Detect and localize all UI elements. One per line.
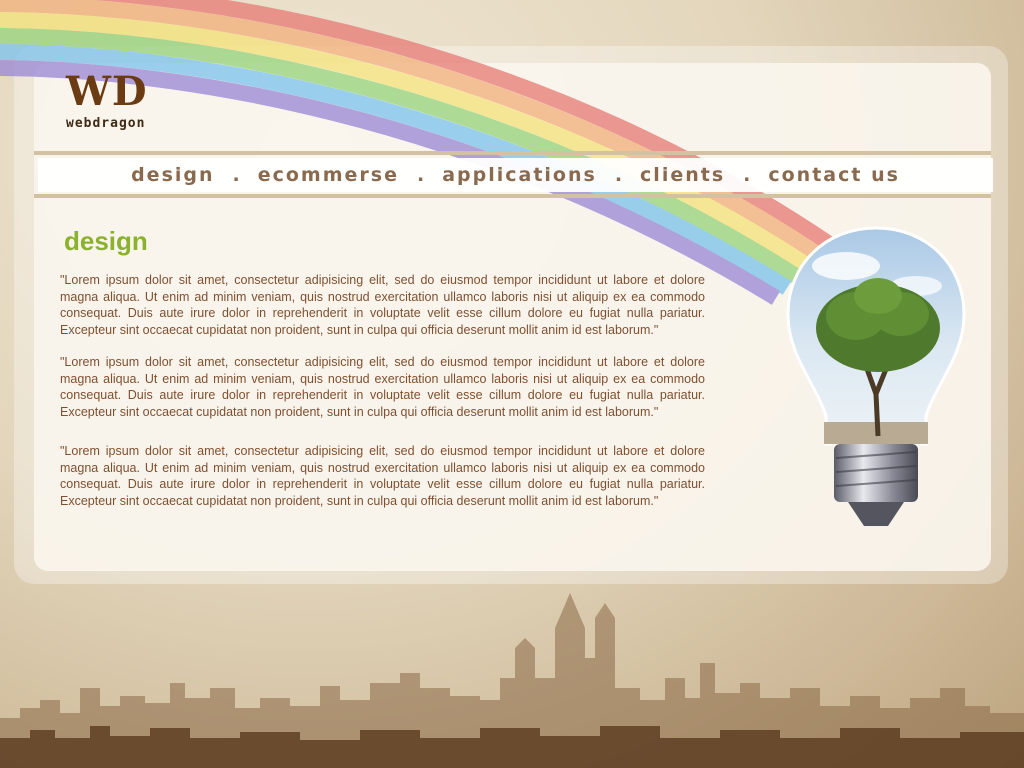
nav-separator: .: [232, 164, 240, 186]
body-paragraph: "Lorem ipsum dolor sit amet, consectetur…: [60, 444, 705, 508]
main-content: design "Lorem ipsum dolor sit amet, cons…: [60, 224, 705, 509]
nav-item-design[interactable]: design: [127, 164, 218, 186]
page-title: design: [64, 226, 148, 256]
body-paragraph: "Lorem ipsum dolor sit amet, consectetur…: [60, 273, 705, 337]
nav-divider-bottom: [34, 194, 991, 198]
logo-mark: WD: [66, 68, 148, 115]
nav-item-applications[interactable]: applications: [438, 164, 601, 186]
logo-name: webdragon: [66, 116, 146, 131]
nav-item-contact-us[interactable]: contact us: [764, 164, 904, 186]
nav-separator: .: [743, 164, 751, 186]
nav-divider-top: [34, 151, 991, 155]
nav-bar: design . ecommerse . applications . clie…: [38, 158, 993, 192]
nav-separator: .: [614, 164, 623, 186]
nav-item-clients[interactable]: clients: [636, 164, 729, 186]
logo[interactable]: WD webdragon: [66, 68, 148, 132]
city-skyline: [0, 593, 1024, 768]
nav-separator: .: [416, 164, 425, 186]
page: WD webdragon design . ecommerse . applic…: [0, 0, 1024, 768]
body-paragraph: "Lorem ipsum dolor sit amet, consectetur…: [60, 355, 705, 419]
lightbulb-tree-icon: [786, 226, 966, 526]
nav-item-ecommerse[interactable]: ecommerse: [254, 164, 403, 186]
